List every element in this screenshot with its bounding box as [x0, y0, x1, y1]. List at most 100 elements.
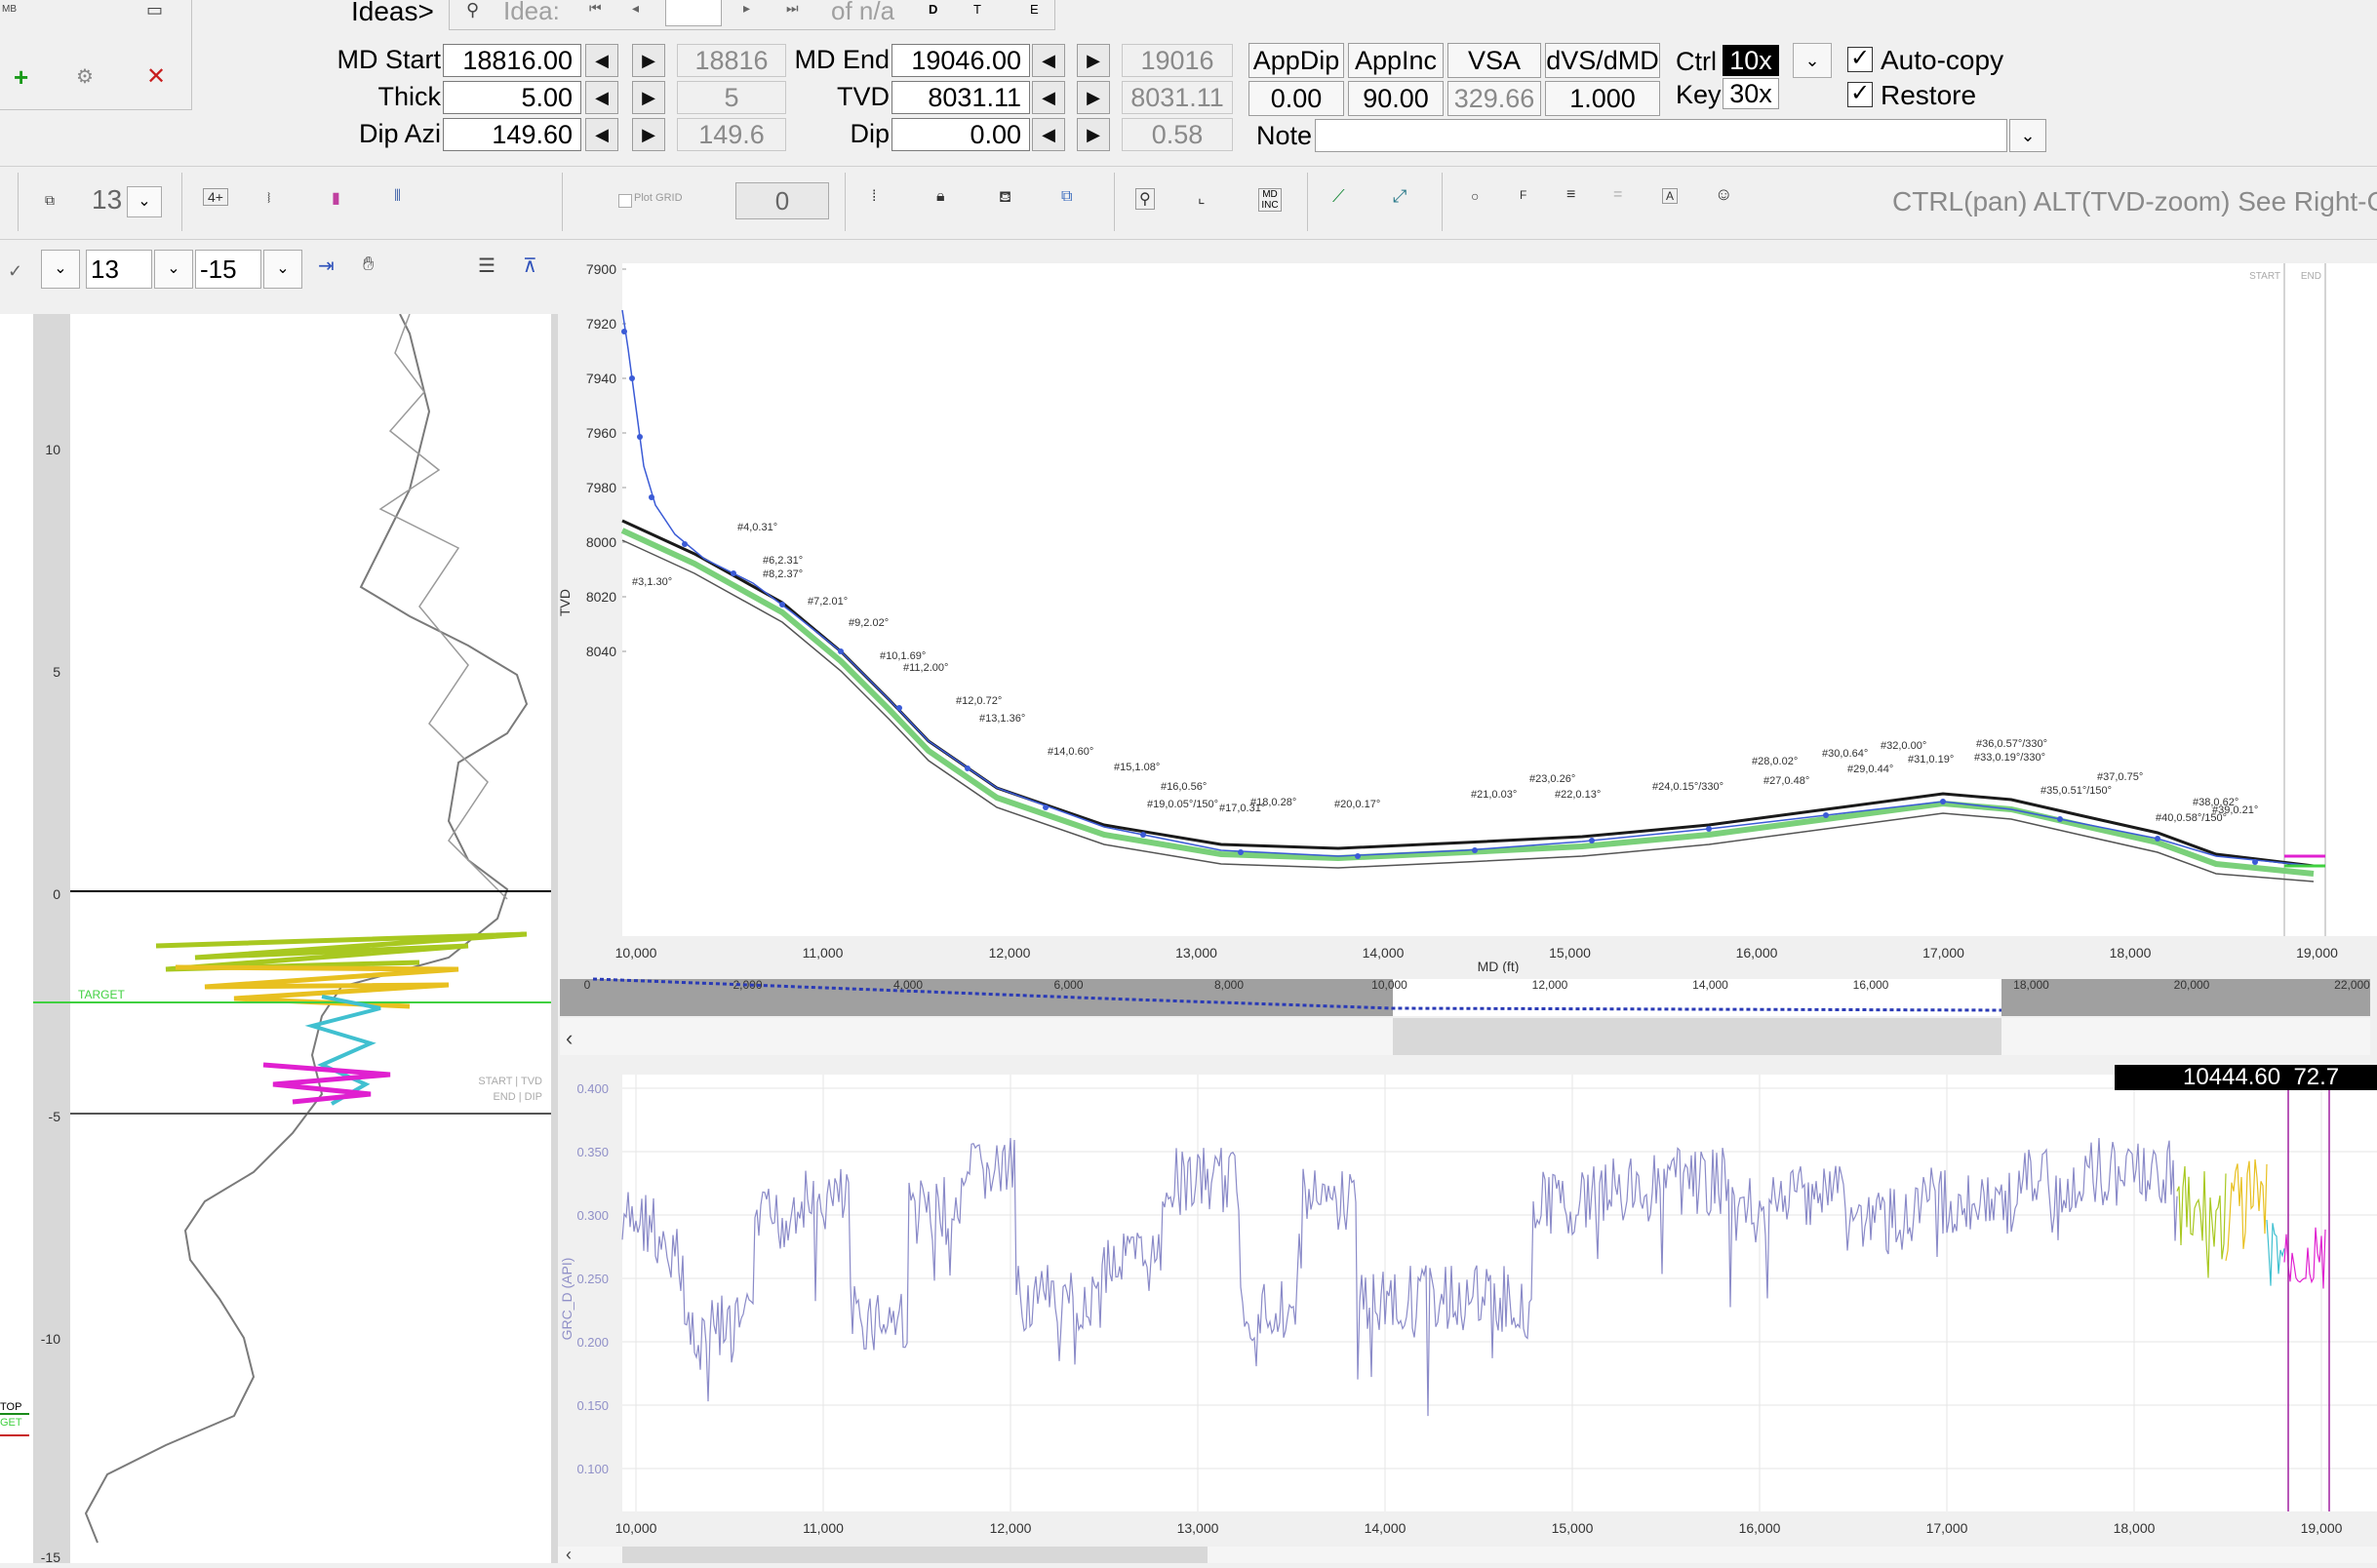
pan-hand-icon[interactable]: ✋︎	[363, 254, 374, 276]
key-value[interactable]: 30x	[1723, 78, 1779, 109]
fold-icon[interactable]: ⧉	[45, 192, 55, 209]
segment-label: #28,0.02°	[1752, 756, 1798, 767]
monitor-icon[interactable]: ▭	[146, 0, 163, 20]
left-tick-neg5: -5	[49, 1109, 61, 1124]
thick-input[interactable]: 5.00	[443, 81, 581, 114]
note-input[interactable]	[1315, 119, 2007, 152]
line-tool-icon[interactable]: ⟋	[1332, 186, 1345, 207]
smiley-icon[interactable]: ☺	[1715, 184, 1732, 205]
lock-icon[interactable]: 🔒︎	[936, 188, 945, 206]
cursor-icon[interactable]: ⁞	[872, 188, 876, 206]
next-idea-icon[interactable]: ▸	[743, 0, 750, 17]
settings-icon[interactable]: ⚙	[76, 64, 94, 89]
plot-grid-label: Plot GRID	[634, 192, 683, 204]
tvd-input[interactable]: 8031.11	[891, 81, 1030, 114]
segment-label: #27,0.48°	[1763, 775, 1809, 787]
tvd-plot-svg[interactable]: TVD 7900 7920 7940 7960 7980 8000 8020 8040 10,…	[557, 242, 2377, 974]
note-label: Note	[1256, 121, 1313, 150]
tvd-x-tick: 12,000	[989, 945, 1031, 960]
overview-strip[interactable]: 0 2,000 4,000 6,000 8,000 10,000 12,000 14,000 1…	[558, 975, 2377, 1061]
thick-increment[interactable]: ▶	[632, 81, 665, 114]
left-tick-5: 5	[53, 664, 60, 680]
left-tool-box: MB ▭ + ⚙ ✕	[0, 0, 192, 110]
md-end-increment[interactable]: ▶	[1077, 44, 1110, 77]
overview-tick: 0	[584, 978, 591, 992]
prev-idea-icon[interactable]: ◂	[632, 0, 639, 17]
thick-decrement[interactable]: ◀	[585, 81, 618, 114]
thick-label: Thick	[377, 82, 441, 111]
list-tool-icon[interactable]: ≡	[1566, 186, 1575, 204]
gr-y-tick: 0.350	[576, 1145, 609, 1159]
color-bar-icon[interactable]: ▮	[332, 188, 340, 208]
value-a-dropdown[interactable]: ⌄	[154, 250, 193, 289]
circle-tool-icon[interactable]: ○	[1471, 188, 1479, 204]
md-end-label: MD End	[794, 45, 890, 74]
copy-icon[interactable]: ⧉	[1061, 188, 1072, 206]
value-b-dropdown[interactable]: ⌄	[263, 250, 302, 289]
count-dropdown[interactable]: ⌄	[127, 186, 162, 217]
md-inc-button[interactable]: MD INC	[1258, 188, 1282, 212]
track-icon[interactable]: ⦀	[394, 188, 401, 206]
search-icon[interactable]: ⚲	[466, 0, 479, 20]
goto-end-icon[interactable]: ⇥	[318, 254, 335, 278]
dip-azi-decrement[interactable]: ◀	[585, 118, 618, 151]
md-start-decrement[interactable]: ◀	[585, 44, 618, 77]
gr-x-tick: 18,000	[2114, 1520, 2156, 1536]
bracket-icon[interactable]: ⧘	[267, 190, 270, 208]
d-button[interactable]: D	[929, 2, 937, 17]
filter-icon[interactable]: ⚲	[1135, 188, 1155, 210]
md-start-input[interactable]: 18816.00	[443, 44, 581, 77]
md-end-decrement[interactable]: ◀	[1032, 44, 1065, 77]
check-icon[interactable]: ✓	[8, 261, 22, 282]
chart-frame-icon[interactable]: ⌞	[1198, 188, 1206, 208]
dip-azi-increment[interactable]: ▶	[632, 118, 665, 151]
tvd-x-tick: 16,000	[1736, 945, 1778, 960]
tvd-increment[interactable]: ▶	[1077, 81, 1110, 114]
start-corner-label: START	[2249, 271, 2280, 282]
plot-grid-checkbox[interactable]	[618, 194, 632, 208]
segment-label: #23,0.26°	[1529, 773, 1575, 785]
dip-increment[interactable]: ▶	[1077, 118, 1110, 151]
collapse-icon[interactable]: ⊼	[523, 254, 537, 278]
first-idea-icon[interactable]: ⏮	[589, 0, 602, 17]
value-a-input[interactable]: 13	[86, 250, 152, 289]
md-start-label: MD Start	[337, 45, 441, 74]
gr-plot-svg[interactable]: 0.400 0.350 0.300 0.250 0.200 0.150 0.100 10,0…	[558, 1065, 2377, 1564]
overview-tick: 14,000	[1692, 978, 1728, 992]
last-idea-icon[interactable]: ⏭	[786, 0, 799, 17]
dip-decrement[interactable]: ◀	[1032, 118, 1065, 151]
note-dropdown[interactable]: ⌄	[2009, 119, 2046, 152]
tvd-x-tick: 11,000	[803, 945, 844, 960]
zoom-in-icon[interactable]: 4+	[203, 188, 228, 206]
value-b-input[interactable]: -15	[195, 250, 261, 289]
md-end-input[interactable]: 19046.00	[891, 44, 1030, 77]
md-start-increment[interactable]: ▶	[632, 44, 665, 77]
delete-icon[interactable]: ✕	[146, 62, 166, 91]
left-track-svg[interactable]: 10 5 0 -5 -10 -15 TARGET START | TVD END…	[0, 313, 558, 1565]
add-icon[interactable]: +	[14, 62, 28, 93]
left-dropdown-a[interactable]: ⌄	[41, 250, 80, 289]
dashed-line-icon[interactable]: ⤢	[1393, 186, 1406, 207]
text-tool-icon[interactable]: A	[1662, 188, 1679, 204]
tvd-x-tick: 10,000	[615, 945, 657, 960]
ctrl-dropdown[interactable]: ⌄	[1793, 43, 1832, 78]
ctrl-value[interactable]: 10x	[1723, 45, 1779, 76]
tvd-plot[interactable]: TVD 7900 7920 7940 7960 7980 8000 8020 8040 10,…	[557, 242, 2377, 974]
t-button[interactable]: T	[973, 2, 981, 17]
gr-plot[interactable]: 0.400 0.350 0.300 0.250 0.200 0.150 0.100 10,0…	[558, 1065, 2377, 1564]
dip-input[interactable]: 0.00	[891, 118, 1030, 151]
idea-index-input[interactable]	[665, 0, 722, 26]
tvd-decrement[interactable]: ◀	[1032, 81, 1065, 114]
menu-lines-icon[interactable]: ☰	[478, 254, 495, 278]
f-tool-icon[interactable]: F	[1520, 188, 1526, 202]
grid-input[interactable]: 0	[735, 182, 829, 219]
restore-checkbox[interactable]: ✓	[1847, 82, 1873, 107]
e-button[interactable]: E	[1030, 2, 1039, 17]
dip-azi-input[interactable]: 149.60	[443, 118, 581, 151]
top-label: TOP	[0, 1401, 21, 1413]
equals-tool-icon[interactable]: =	[1613, 186, 1622, 204]
app-dip-header: AppDip	[1248, 43, 1344, 78]
tvd-y-tick: 8000	[586, 534, 616, 550]
binoculars-icon[interactable]: ⛾	[999, 188, 1011, 208]
auto-copy-checkbox[interactable]: ✓	[1847, 47, 1873, 72]
